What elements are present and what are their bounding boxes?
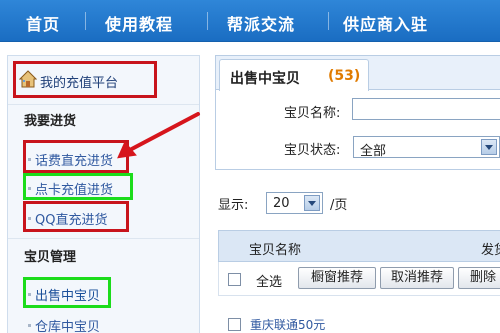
nav-separator (85, 12, 86, 30)
cancel-recommend-button[interactable]: 取消推荐 (380, 267, 454, 289)
chevron-down-icon[interactable] (481, 139, 497, 155)
nav-supplier-join[interactable]: 供应商入驻 (343, 11, 428, 35)
select-all-checkbox[interactable] (228, 273, 241, 286)
item-status-label: 宝贝状态: (284, 143, 341, 158)
column-header-name: 宝贝名称 (249, 243, 302, 258)
item-name-input[interactable] (352, 98, 500, 120)
annotation-box-green (23, 277, 111, 308)
sidebar-divider (8, 238, 199, 239)
bullet-icon (28, 324, 31, 327)
delete-button[interactable]: 删除 (458, 267, 500, 289)
page-size-select[interactable]: 20 (266, 192, 323, 214)
nav-separator (207, 12, 208, 30)
nav-separator (328, 12, 329, 30)
item-name-label: 宝贝名称: (284, 106, 341, 121)
tab-count-badge: (53) (328, 68, 361, 84)
item-checkbox[interactable] (228, 318, 241, 331)
window-recommend-button[interactable]: 橱窗推荐 (298, 267, 376, 289)
nav-tutorial[interactable]: 使用教程 (105, 11, 173, 35)
select-all-label: 全选 (256, 275, 283, 290)
items-table-header: 宝贝名称 发货 (218, 230, 500, 262)
nav-community[interactable]: 帮派交流 (227, 11, 295, 35)
page-size-unit: /页 (330, 198, 348, 213)
top-navigation-bar: 首页 使用教程 帮派交流 供应商入驻 (0, 0, 500, 42)
main-tab-bar: 出售中宝贝 (53) (216, 56, 500, 91)
column-header-ship: 发货 (481, 243, 500, 258)
item-status-value: 全部 (360, 144, 387, 159)
page-size-label: 显示: (218, 198, 249, 213)
chevron-down-icon[interactable] (304, 195, 320, 211)
tab-on-sale[interactable]: 出售中宝贝 (53) (219, 59, 369, 91)
sidebar-section-items: 宝贝管理 (24, 250, 77, 265)
item-status-select[interactable]: 全部 (353, 136, 500, 159)
nav-home[interactable]: 首页 (26, 11, 60, 35)
annotation-box-red (23, 201, 129, 232)
sidebar-divider (8, 104, 199, 105)
sidebar-section-stock: 我要进货 (24, 114, 77, 129)
sidebar-item-warehouse[interactable]: 仓库中宝贝 (35, 316, 100, 333)
page-size-value: 20 (273, 196, 290, 211)
tab-on-sale-label: 出售中宝贝 (230, 71, 300, 87)
annotation-box-red (13, 61, 157, 98)
item-title-link[interactable]: 重庆联通50元 (250, 316, 325, 333)
red-arrow-icon (117, 112, 200, 159)
annotation-box-green (23, 173, 133, 200)
